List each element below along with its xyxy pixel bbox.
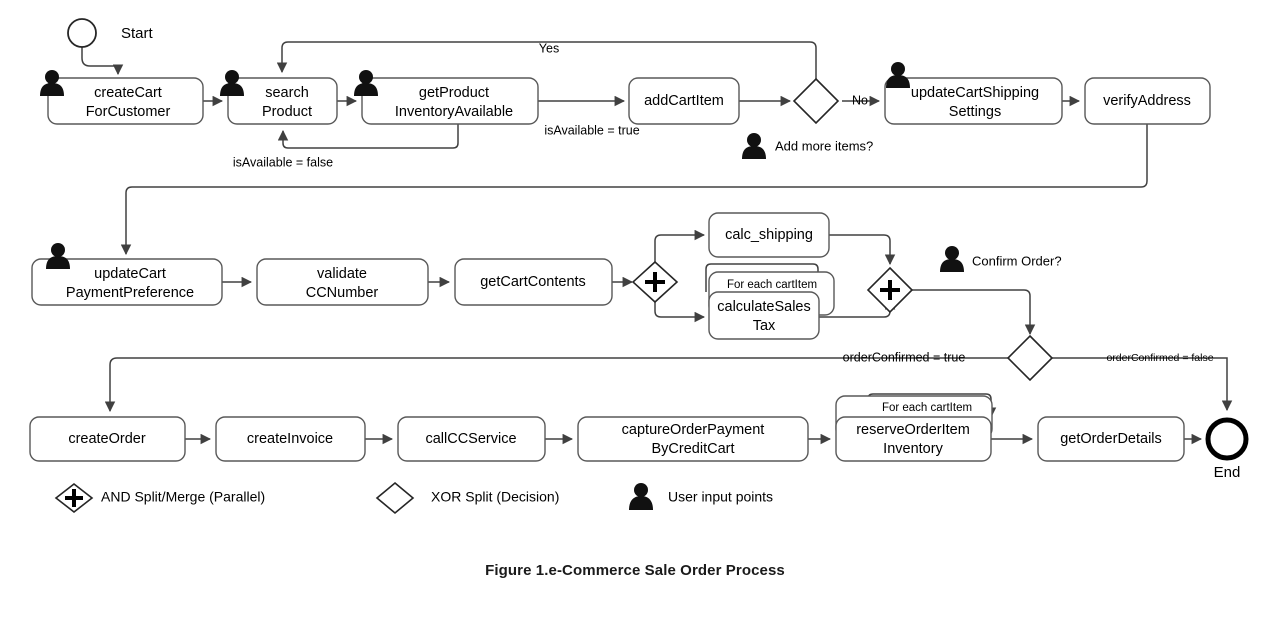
- task-calc-shipping[interactable]: calc_shipping: [708, 212, 830, 258]
- task-update-cart-payment-preference[interactable]: updateCart PaymentPreference: [31, 243, 223, 306]
- task-call-cc-service[interactable]: callCCService: [397, 416, 546, 462]
- task-update-cart-shipping-label-line2: Settings: [949, 104, 1001, 120]
- user-icon: [886, 62, 910, 88]
- task-calculate-sales-tax[interactable]: For each cartItem calculateSales Tax: [708, 271, 835, 340]
- end-event-circle: [1205, 417, 1249, 461]
- task-get-order-details[interactable]: getOrderDetails: [1037, 416, 1185, 462]
- flow-canvas: isAvailable = false isAvailable = true Y…: [29, 18, 1249, 515]
- task-add-cart-item-label-line1: addCartItem: [644, 93, 724, 109]
- edge-andsplit-to-calculatesalestax: [654, 302, 706, 323]
- task-validate-cc-label-line2: CCNumber: [306, 285, 379, 301]
- task-calculate-sales-tax-loop-label: For each cartItem: [727, 279, 817, 291]
- task-update-cart-shipping-settings[interactable]: updateCartShipping Settings: [884, 62, 1063, 125]
- task-get-cart-contents[interactable]: getCartContents: [454, 258, 613, 306]
- legend-item-and-gateway: AND Split/Merge (Parallel): [54, 482, 265, 514]
- end-event: End: [1205, 417, 1249, 481]
- edge-orderconfirmed-false-to-end: [1052, 357, 1233, 412]
- task-call-cc-service-label-line1: callCCService: [425, 431, 516, 447]
- figure-caption: Figure 1.e-Commerce Sale Order Process: [485, 562, 785, 579]
- task-validate-cc-number[interactable]: validate CCNumber: [256, 258, 429, 306]
- edge-label-isavailable-false: isAvailable = false: [233, 155, 333, 169]
- edge-getproduct-loop-searchproduct: [277, 123, 459, 149]
- gateway-and-split[interactable]: [631, 260, 679, 304]
- end-event-label: End: [1214, 464, 1241, 481]
- user-icon: [629, 483, 653, 510]
- user-icon: [46, 243, 70, 269]
- xor-gateway-icon[interactable]: [1006, 334, 1054, 382]
- task-verify-address-label-line1: verifyAddress: [1103, 93, 1191, 109]
- legend-label-user-input: User input points: [668, 489, 773, 505]
- task-get-order-details-label-line1: getOrderDetails: [1060, 431, 1162, 447]
- task-capture-order-payment[interactable]: captureOrderPayment ByCreditCart: [577, 416, 809, 462]
- legend-label-and-gateway: AND Split/Merge (Parallel): [101, 489, 265, 505]
- edge-label-orderconfirmed-false: orderConfirmed = false: [1106, 352, 1213, 364]
- xor-gateway-icon[interactable]: [792, 77, 840, 125]
- task-update-cart-payment-label-line1: updateCart: [94, 266, 166, 282]
- task-calculate-sales-tax-label-line2: Tax: [753, 318, 776, 334]
- task-search-product[interactable]: search Product: [220, 70, 338, 125]
- task-create-order[interactable]: createOrder: [29, 416, 186, 462]
- edge-verifyaddress-to-updatecartpayment: [120, 123, 1148, 256]
- gateway-and-merge-annotation: Confirm Order?: [972, 253, 1062, 268]
- gateway-and-merge[interactable]: Confirm Order?: [866, 246, 1062, 314]
- task-get-cart-contents-label-line1: getCartContents: [480, 274, 586, 290]
- task-get-product-inventory-label-line1: getProduct: [419, 85, 489, 101]
- task-create-cart-for-customer[interactable]: createCart ForCustomer: [40, 70, 204, 125]
- legend-item-user-input: User input points: [629, 483, 773, 510]
- task-reserve-order-item-label-line2: Inventory: [883, 441, 943, 457]
- task-get-product-inventory-available[interactable]: getProduct InventoryAvailable: [354, 70, 539, 125]
- legend: AND Split/Merge (Parallel) XOR Split (De…: [54, 481, 773, 515]
- task-create-order-label-line1: createOrder: [68, 431, 146, 447]
- task-create-cart-label-line2: ForCustomer: [86, 104, 171, 120]
- task-calculate-sales-tax-label-line1: calculateSales: [717, 299, 811, 315]
- edge-label-yes: Yes: [539, 41, 559, 55]
- edge-label-orderconfirmed-true: orderConfirmed = true: [843, 350, 966, 364]
- user-icon: [940, 246, 964, 272]
- task-update-cart-payment-label-line2: PaymentPreference: [66, 285, 194, 301]
- gateway-add-more-items[interactable]: Add more items?: [742, 77, 873, 159]
- gateway-order-confirmed[interactable]: [1006, 334, 1054, 382]
- start-event-label: Start: [121, 25, 154, 42]
- user-icon: [742, 133, 766, 159]
- task-add-cart-item[interactable]: addCartItem: [628, 77, 740, 125]
- task-create-invoice[interactable]: createInvoice: [215, 416, 366, 462]
- task-get-product-inventory-label-line2: InventoryAvailable: [395, 104, 513, 120]
- edge-andmerge-to-xor-orderconfirmed: [912, 289, 1036, 336]
- task-reserve-order-item-loop-label: For each cartItem: [882, 402, 972, 414]
- edge-label-isavailable-true: isAvailable = true: [544, 123, 639, 137]
- xor-gateway-icon: [375, 481, 415, 515]
- task-search-product-label-line1: search: [265, 85, 309, 101]
- task-create-invoice-label-line1: createInvoice: [247, 431, 333, 447]
- task-validate-cc-label-line1: validate: [317, 266, 367, 282]
- edge-label-no: No: [852, 93, 868, 107]
- task-search-product-label-line2: Product: [262, 104, 312, 120]
- task-calc-shipping-label-line1: calc_shipping: [725, 227, 813, 243]
- edge-start-to-createcart: [81, 47, 124, 76]
- task-capture-order-payment-label-line1: captureOrderPayment: [622, 422, 765, 438]
- legend-item-xor-gateway: XOR Split (Decision): [375, 481, 559, 515]
- task-verify-address[interactable]: verifyAddress: [1084, 77, 1211, 125]
- start-event: Start: [67, 18, 154, 48]
- start-event-circle: [67, 18, 97, 48]
- task-reserve-order-item-label-line1: reserveOrderItem: [856, 422, 970, 438]
- process-diagram: isAvailable = false isAvailable = true Y…: [0, 0, 1270, 629]
- edge-andsplit-to-calcshipping: [654, 229, 706, 262]
- edge-calcshipping-to-andmerge: [829, 234, 896, 266]
- legend-label-xor-gateway: XOR Split (Decision): [431, 489, 559, 505]
- task-update-cart-shipping-label-line1: updateCartShipping: [911, 85, 1039, 101]
- task-capture-order-payment-label-line2: ByCreditCart: [652, 441, 735, 457]
- task-create-cart-label-line1: createCart: [94, 85, 162, 101]
- gateway-add-more-items-annotation: Add more items?: [775, 138, 873, 153]
- task-reserve-order-item-inventory[interactable]: For each cartItem reserveOrderItem Inven…: [835, 395, 993, 462]
